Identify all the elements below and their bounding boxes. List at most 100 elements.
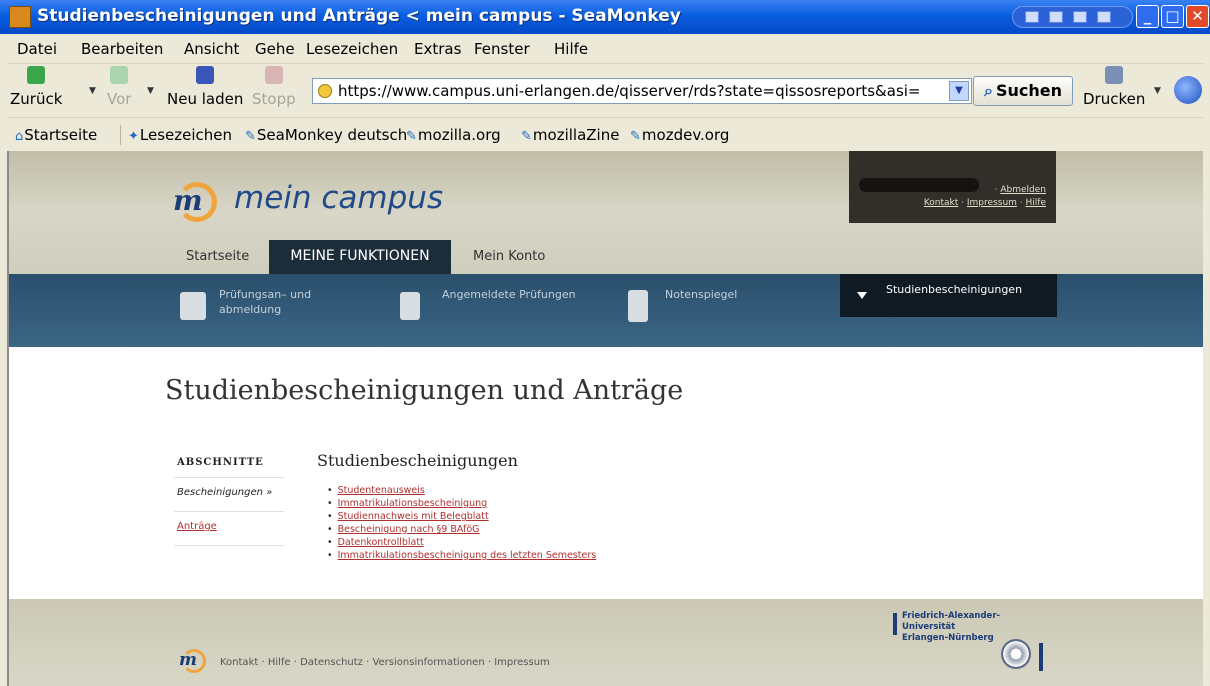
bookmark-home[interactable]: ⌂Startseite	[15, 126, 97, 144]
link-bafoeg-certificate[interactable]: Bescheinigung nach §9 BAföG	[338, 524, 480, 535]
link-student-id[interactable]: Studentenausweis	[338, 485, 425, 496]
menu-go[interactable]: Gehe	[255, 40, 295, 58]
tab-home[interactable]: Startseite	[186, 249, 249, 264]
footer-link-versions[interactable]: Versionsinformationen	[372, 657, 484, 668]
sidebar-link-applications[interactable]: Anträge	[177, 521, 217, 532]
reload-button[interactable]: Neu laden	[167, 66, 243, 108]
menu-file[interactable]: Datei	[17, 40, 57, 58]
page-title: Studienbescheinigungen und Anträge	[165, 375, 684, 406]
minimize-button[interactable]: _	[1136, 5, 1159, 28]
bookmarks-toolbar: ⌂Startseite ✦Lesezeichen ✎SeaMonkey deut…	[7, 119, 1203, 151]
certificate-links-list: Studentenausweis Immatrikulationsbeschei…	[327, 484, 597, 562]
section-title: Studienbescheinigungen	[317, 451, 518, 470]
navigation-toolbar: Zurück ▼ Vor ▼ Neu laden Stopp https://w…	[7, 64, 1203, 118]
sections-sidebar: ABSCHNITTE Bescheinigungen » Anträge	[174, 451, 284, 546]
list-item: Studiennachweis mit Belegblatt	[327, 510, 596, 523]
site-footer: m Kontakt · Hilfe · Datenschutz · Versio…	[9, 599, 1203, 686]
stop-button[interactable]: Stopp	[252, 66, 296, 108]
footer-link-help[interactable]: Hilfe	[268, 657, 291, 668]
sidebar-heading: ABSCHNITTE	[174, 451, 284, 478]
window-title: Studienbescheinigungen und Anträge < mei…	[37, 6, 681, 26]
subnav-exam-registration[interactable]: Prüfungsan– und abmeldung	[219, 287, 311, 317]
bookmark-mozdev-org[interactable]: ✎mozdev.org	[630, 126, 729, 144]
stop-icon	[264, 66, 283, 84]
tray-icon[interactable]	[1073, 11, 1087, 23]
redacted-username	[859, 178, 979, 192]
bookmark-link-icon: ✎	[630, 129, 641, 144]
home-icon: ⌂	[15, 129, 24, 144]
logout-link[interactable]: Abmelden	[1000, 185, 1046, 195]
bookmark-seamonkey-deutsch[interactable]: ✎SeaMonkey deutsch	[245, 126, 407, 144]
list-item: Datenkontrollblatt	[327, 536, 596, 549]
menu-tools[interactable]: Extras	[414, 40, 461, 58]
menu-bookmarks[interactable]: Lesezeichen	[306, 40, 398, 58]
menu-window[interactable]: Fenster	[474, 40, 530, 58]
url-bar[interactable]: https://www.campus.uni-erlangen.de/qisse…	[312, 78, 972, 104]
tab-my-account[interactable]: Mein Konto	[473, 249, 545, 264]
search-button[interactable]: ⌕ Suchen	[973, 76, 1073, 106]
tray-controls	[1012, 6, 1133, 28]
seamonkey-app-icon	[9, 6, 31, 28]
footer-link-privacy[interactable]: Datenschutz	[300, 657, 363, 668]
help-link[interactable]: Hilfe	[1026, 198, 1046, 208]
university-seal-icon	[1001, 639, 1031, 669]
menu-edit[interactable]: Bearbeiten	[81, 40, 163, 58]
back-arrow-icon	[27, 66, 46, 84]
bookmark-link-icon: ✎	[245, 129, 256, 144]
site-identity-icon[interactable]	[318, 84, 332, 98]
exam-registration-icon[interactable]	[180, 292, 206, 320]
tray-icon[interactable]	[1097, 11, 1111, 23]
registered-exams-icon[interactable]	[400, 292, 420, 320]
bookmark-mozillazine[interactable]: ✎mozillaZine	[521, 126, 619, 144]
printer-icon	[1105, 66, 1124, 84]
link-study-record[interactable]: Studiennachweis mit Belegblatt	[338, 511, 489, 522]
menu-view[interactable]: Ansicht	[184, 40, 239, 58]
forward-arrow-icon	[110, 66, 129, 84]
site-logo-text[interactable]: mein campus	[234, 180, 443, 216]
sidebar-item-certificates: Bescheinigungen »	[174, 478, 284, 512]
forward-history-dropdown[interactable]: ▼	[147, 86, 154, 96]
list-item: Studentenausweis	[327, 484, 596, 497]
footer-link-contact[interactable]: Kontakt	[220, 657, 258, 668]
back-history-dropdown[interactable]: ▼	[89, 86, 96, 96]
imprint-link[interactable]: Impressum	[967, 198, 1017, 208]
sub-navigation: Prüfungsan– und abmeldung Angemeldete Pr…	[9, 274, 1203, 347]
forward-button[interactable]: Vor	[107, 66, 131, 108]
page-viewport: m mein campus · Abmelden Kontakt · Impre…	[7, 151, 1203, 686]
subnav-grade-overview[interactable]: Notenspiegel	[665, 287, 737, 302]
bookmarks-icon: ✦	[128, 129, 139, 144]
tray-icon[interactable]	[1049, 11, 1063, 23]
url-text[interactable]: https://www.campus.uni-erlangen.de/qisse…	[338, 82, 948, 100]
tab-my-functions[interactable]: MEINE FUNKTIONEN	[269, 240, 451, 281]
contact-link[interactable]: Kontakt	[924, 198, 958, 208]
footer-links: Kontakt · Hilfe · Datenschutz · Versions…	[220, 657, 550, 668]
maximize-button[interactable]: □	[1161, 5, 1184, 28]
print-button[interactable]: Drucken	[1083, 66, 1145, 108]
footer-link-imprint[interactable]: Impressum	[494, 657, 550, 668]
back-button[interactable]: Zurück	[10, 66, 62, 108]
subnav-registered-exams[interactable]: Angemeldete Prüfungen	[442, 287, 576, 302]
url-history-dropdown[interactable]: ▼	[949, 81, 969, 101]
bookmark-separator	[120, 125, 121, 145]
university-logo[interactable]: Friedrich-Alexander-Universität Erlangen…	[893, 609, 1053, 681]
bookmark-folder[interactable]: ✦Lesezeichen	[128, 126, 232, 144]
subnav-certificates[interactable]: Studienbescheinigungen	[840, 274, 1057, 317]
list-item: Bescheinigung nach §9 BAföG	[327, 523, 596, 536]
close-button[interactable]: ✕	[1186, 5, 1209, 28]
tray-icon[interactable]	[1025, 11, 1039, 23]
menu-help[interactable]: Hilfe	[554, 40, 588, 58]
seamonkey-throbber-icon[interactable]	[1174, 76, 1202, 104]
mein-campus-logo-icon[interactable]: m	[169, 180, 219, 224]
clipboard-icon[interactable]	[628, 290, 648, 322]
link-enrollment-certificate[interactable]: Immatrikulationsbescheinigung	[338, 498, 488, 509]
footer-logo-icon[interactable]: m	[177, 648, 207, 674]
bookmark-mozilla-org[interactable]: ✎mozilla.org	[406, 126, 501, 144]
search-icon: ⌕	[984, 81, 993, 100]
print-dropdown[interactable]: ▼	[1154, 86, 1161, 96]
window-titlebar: Studienbescheinigungen und Anträge < mei…	[0, 0, 1210, 34]
link-last-semester-certificate[interactable]: Immatrikulationsbescheinigung des letzte…	[338, 550, 597, 561]
reload-icon	[196, 66, 215, 84]
list-item: Immatrikulationsbescheinigung	[327, 497, 596, 510]
link-data-control-sheet[interactable]: Datenkontrollblatt	[338, 537, 424, 548]
bookmark-link-icon: ✎	[521, 129, 532, 144]
